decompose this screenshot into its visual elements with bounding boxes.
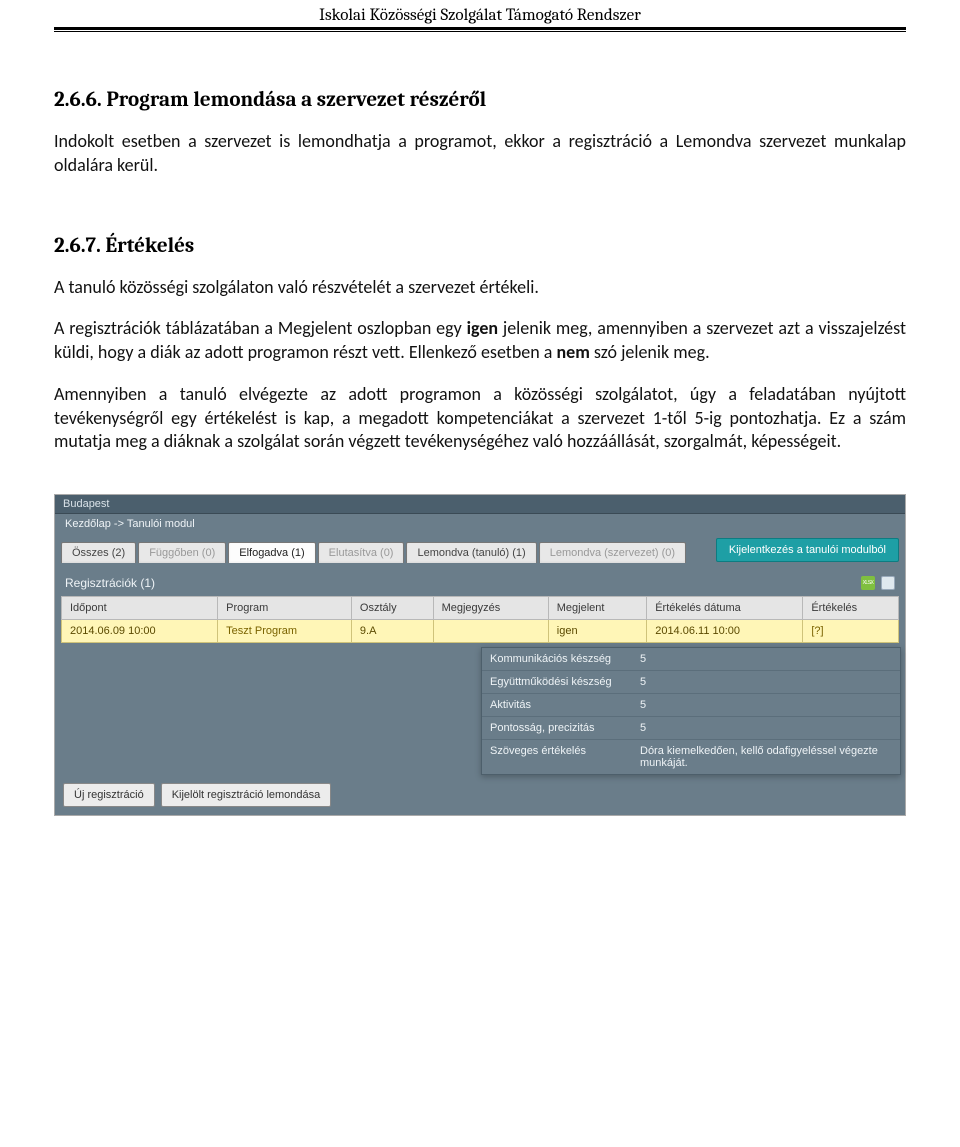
page-header-title: Iskolai Közösségi Szolgálat Támogató Ren… xyxy=(0,0,960,27)
cell-program: Teszt Program xyxy=(218,620,352,643)
eval-val-4: Dóra kiemelkedően, kellő odafigyeléssel … xyxy=(632,740,900,775)
header-rule-thick xyxy=(54,27,906,30)
tab-elutasitva[interactable]: Elutasítva (0) xyxy=(318,542,405,563)
cell-ertekeles-datuma: 2014.06.11 10:00 xyxy=(647,620,803,643)
tab-elfogadva[interactable]: Elfogadva (1) xyxy=(228,542,315,563)
cell-idopont: 2014.06.09 10:00 xyxy=(62,620,218,643)
col-ertekeles: Értékelés xyxy=(803,597,899,620)
eval-key-3: Pontosság, precizitás xyxy=(482,717,632,740)
section-266-heading: 2.6.6. Program lemondása a szervezet rés… xyxy=(54,88,906,112)
tab-lemondva-szervezet[interactable]: Lemondva (szervezet) (0) xyxy=(539,542,686,563)
cell-osztaly: 9.A xyxy=(351,620,433,643)
header-rule-thin xyxy=(54,31,906,32)
eval-key-4: Szöveges értékelés xyxy=(482,740,632,775)
cancel-registration-button[interactable]: Kijelölt regisztráció lemondása xyxy=(161,783,332,807)
p2-pre: A regisztrációk táblázatában a Megjelent… xyxy=(54,317,467,339)
col-ertekeles-datuma: Értékelés dátuma xyxy=(647,597,803,620)
export-doc-icon[interactable] xyxy=(881,576,895,590)
p2-b2: nem xyxy=(556,341,589,363)
location-bar: Budapest xyxy=(55,495,905,514)
p2-post: szó jelenik meg. xyxy=(590,341,710,363)
new-registration-button[interactable]: Új regisztráció xyxy=(63,783,155,807)
p2-b1: igen xyxy=(467,317,498,339)
eval-key-2: Aktivitás xyxy=(482,694,632,717)
table-header-row: Időpont Program Osztály Megjegyzés Megje… xyxy=(62,597,899,620)
eval-val-0: 5 xyxy=(632,648,900,671)
section-267-heading: 2.6.7. Értékelés xyxy=(54,234,906,258)
registrations-panel: Regisztrációk (1) Időpont Program Osztál… xyxy=(55,566,905,815)
tab-fuggoben[interactable]: Függőben (0) xyxy=(138,542,226,563)
section-266-paragraph: Indokolt esetben a szervezet is lemondha… xyxy=(54,130,906,178)
table-row[interactable]: 2014.06.09 10:00 Teszt Program 9.A igen … xyxy=(62,620,899,643)
col-megjegyzes: Megjegyzés xyxy=(433,597,548,620)
cell-ertekeles: [?] xyxy=(803,620,899,643)
eval-val-2: 5 xyxy=(632,694,900,717)
logout-button[interactable]: Kijelentkezés a tanulói modulból xyxy=(716,538,899,562)
cell-megjegyzes xyxy=(433,620,548,643)
registrations-table: Időpont Program Osztály Megjegyzés Megje… xyxy=(61,596,899,643)
action-button-row: Új regisztráció Kijelölt regisztráció le… xyxy=(61,775,899,809)
section-267-paragraph-2: A regisztrációk táblázatában a Megjelent… xyxy=(54,317,906,365)
app-screenshot-panel: Budapest Kezdőlap -> Tanulói modul Össze… xyxy=(54,494,906,816)
ertekeles-link[interactable]: [?] xyxy=(811,625,823,637)
col-idopont: Időpont xyxy=(62,597,218,620)
registrations-title: Regisztrációk (1) xyxy=(65,576,155,590)
section-267-paragraph-3: Amennyiben a tanuló elvégezte az adott p… xyxy=(54,383,906,454)
export-xlsx-icon[interactable] xyxy=(861,576,875,590)
evaluation-tooltip: Kommunikációs készség5 Együttműködési ké… xyxy=(481,647,901,775)
breadcrumb: Kezdőlap -> Tanulói modul xyxy=(55,514,905,534)
col-program: Program xyxy=(218,597,352,620)
eval-key-1: Együttműködési készség xyxy=(482,671,632,694)
program-link[interactable]: Teszt Program xyxy=(226,625,297,637)
cell-megjelent: igen xyxy=(548,620,646,643)
col-osztaly: Osztály xyxy=(351,597,433,620)
tab-osszes[interactable]: Összes (2) xyxy=(61,542,136,563)
section-267-paragraph-1: A tanuló közösségi szolgálaton való rész… xyxy=(54,276,906,300)
tab-lemondva-tanulo[interactable]: Lemondva (tanuló) (1) xyxy=(406,542,536,563)
eval-val-1: 5 xyxy=(632,671,900,694)
tab-row: Összes (2) Függőben (0) Elfogadva (1) El… xyxy=(55,534,905,566)
col-megjelent: Megjelent xyxy=(548,597,646,620)
eval-key-0: Kommunikációs készség xyxy=(482,648,632,671)
eval-val-3: 5 xyxy=(632,717,900,740)
